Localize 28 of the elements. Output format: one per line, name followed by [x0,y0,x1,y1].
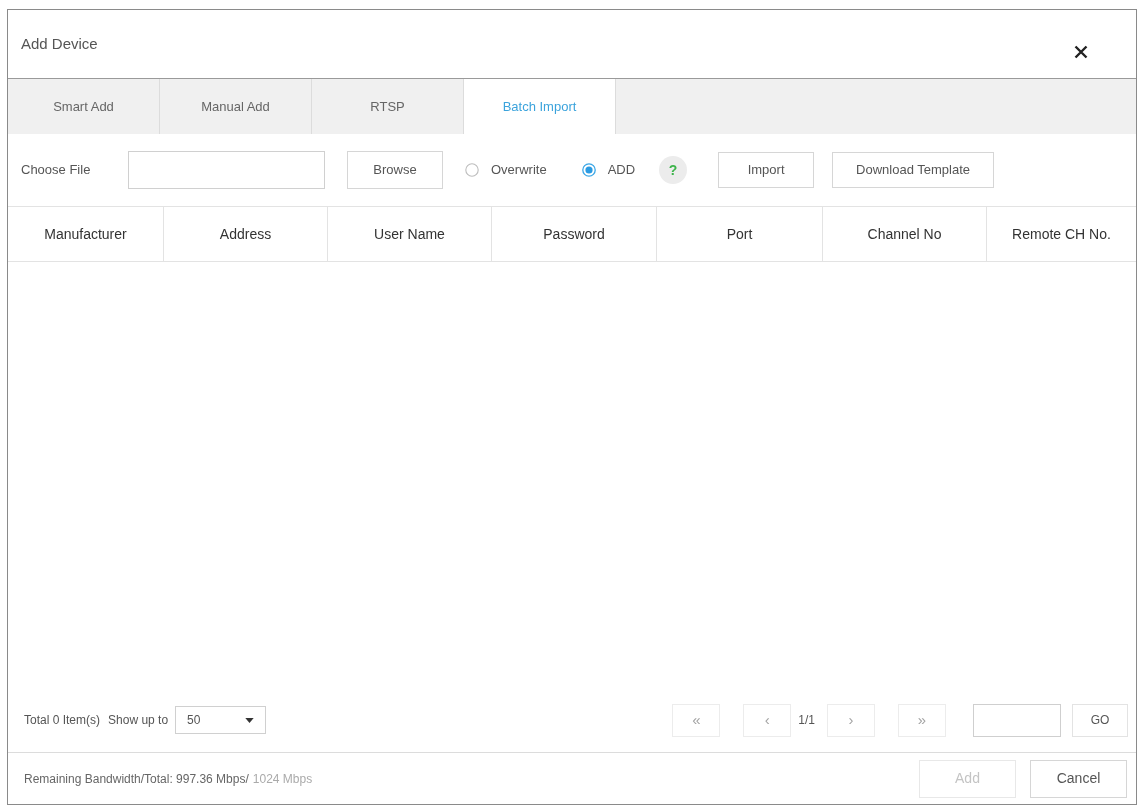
radio-option[interactable]: Overwrite [465,160,547,180]
tab[interactable]: Batch Import [464,79,616,134]
total-count-text: Total 0 Item(s) [24,712,101,729]
column-header: Manufacturer [8,207,164,261]
column-header: Remote CH No. [1011,224,1112,244]
dialog-title: Add Device [21,33,98,54]
page-indicator: 1/1 [798,712,815,729]
caret-icon [245,717,255,723]
column-header: Password [492,207,657,261]
bandwidth-text: Remaining Bandwidth/Total: 997.36 Mbps/ [24,770,249,788]
import-button[interactable]: Import [718,152,815,188]
column-header: Port [657,207,823,261]
download-template-button[interactable]: Download Template [832,152,995,188]
page-size-label: Show up to [108,712,169,729]
close-button[interactable] [1072,43,1090,61]
file-path-field[interactable] [128,151,325,189]
column-header: User Name [328,207,492,261]
field-label: Choose File [21,161,92,180]
browse-button[interactable]: Browse [347,151,443,189]
go-button[interactable]: GO [1072,703,1128,737]
page-number-field[interactable] [973,703,1061,737]
column-header: Channel No [823,207,987,261]
bandwidth-total-text: 1024 Mbps [252,770,313,788]
column-header: Address [164,207,328,261]
footer-button[interactable]: Cancel [1030,759,1127,798]
close-icon [1074,45,1088,59]
page-size-select[interactable]: 50 [175,706,267,734]
radio-option[interactable]: ADD [581,160,636,180]
